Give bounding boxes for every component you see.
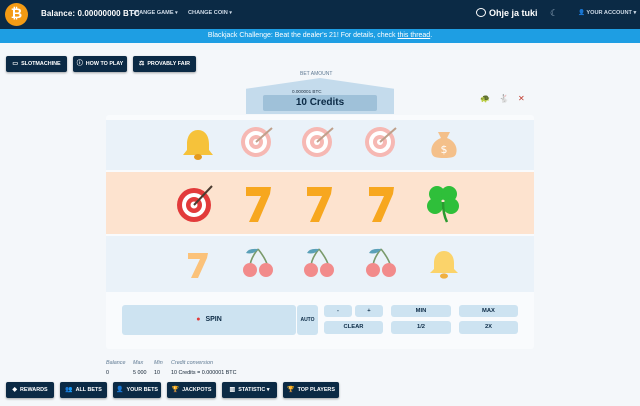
bell-icon	[178, 126, 218, 165]
seven-icon	[361, 180, 401, 231]
target-icon	[299, 124, 339, 165]
bet-btc-value: 0.000001 BTC	[292, 89, 322, 94]
gamepad-icon: ▭	[12, 61, 19, 67]
chevron-down-icon: ▾	[266, 387, 270, 393]
clear-bet-button[interactable]: CLEAR	[324, 321, 383, 334]
announcement-banner: Blackjack Challenge: Beat the dealer's 2…	[0, 29, 640, 43]
bitcoin-logo-icon[interactable]: ₿	[5, 3, 28, 26]
target-icon	[176, 180, 216, 231]
decrease-bet-button[interactable]: -	[324, 305, 352, 317]
banner-thread-link[interactable]: this thread	[398, 32, 431, 39]
turtle-speed-icon[interactable]: 🐢	[480, 94, 490, 103]
your-bets-button[interactable]: 👤 YOUR BETS	[113, 382, 161, 398]
spin-button[interactable]: ● SPIN	[122, 305, 296, 335]
target-icon	[362, 124, 402, 165]
max-bet-button[interactable]: MAX	[459, 305, 518, 317]
moon-icon[interactable]: ☾	[550, 8, 558, 19]
seven-icon	[178, 248, 218, 285]
slotmachine-button[interactable]: ▭ SLOTMACHINE	[6, 56, 67, 72]
money-bag-icon: $	[424, 124, 464, 165]
cherries-icon	[238, 246, 278, 285]
seven-icon	[238, 180, 278, 231]
top-players-button[interactable]: 🏆 TOP PLAYERS	[283, 382, 339, 398]
support-link[interactable]: Ohje ja tuki	[476, 8, 538, 18]
rabbit-speed-icon[interactable]: 🐇	[499, 94, 509, 103]
half-bet-button[interactable]: 1/2	[391, 321, 451, 334]
change-game-menu[interactable]: CHANGE GAME ▾	[131, 10, 178, 16]
chevron-down-icon: ▾	[229, 10, 232, 16]
bet-amount-label: BET AMOUNT	[300, 71, 333, 77]
top-navbar: ₿ Balance: 0.00000000 BTC CHANGE GAME ▾ …	[0, 0, 640, 29]
how-to-play-button[interactable]: ⓘ HOW TO PLAY	[73, 56, 127, 72]
trophy-icon: 🏆	[287, 387, 295, 393]
chat-bubble-icon	[476, 8, 486, 17]
target-icon	[238, 124, 278, 165]
sound-off-icon[interactable]: ✕	[518, 94, 525, 103]
provably-fair-button[interactable]: ⚖ PROVABLY FAIR	[133, 56, 196, 72]
change-coin-menu[interactable]: CHANGE COIN ▾	[188, 10, 232, 16]
user-icon: 👤	[578, 10, 585, 16]
cherries-icon	[361, 246, 401, 285]
clover-icon	[423, 180, 463, 231]
cherries-icon	[299, 246, 339, 285]
chevron-down-icon: ▾	[175, 10, 178, 16]
stat-min: Min 10	[154, 360, 163, 376]
auto-spin-button[interactable]: AUTO	[297, 305, 318, 335]
increase-bet-button[interactable]: +	[355, 305, 383, 317]
rewards-button[interactable]: ◆ REWARDS	[6, 382, 54, 398]
trophy-icon: 🏆	[171, 387, 180, 393]
min-bet-button[interactable]: MIN	[391, 305, 451, 317]
svg-text:$: $	[441, 143, 448, 156]
bar-chart-icon: ▥	[229, 387, 236, 393]
stat-balance: Balance 0	[106, 360, 126, 376]
seven-icon	[299, 180, 339, 231]
balance-display: Balance: 0.00000000 BTC	[41, 9, 140, 18]
jackpots-button[interactable]: 🏆 JACKPOTS	[167, 382, 216, 398]
stat-credit-conversion: Credit conversion 10 Credits = 0.000001 B…	[171, 360, 237, 376]
statistic-dropdown[interactable]: ▥ STATISTIC ▾	[222, 382, 277, 398]
diamond-icon: ◆	[12, 387, 18, 393]
bell-icon	[424, 248, 464, 285]
all-bets-button[interactable]: 👥 ALL BETS	[60, 382, 107, 398]
joystick-icon: ●	[196, 316, 201, 323]
info-icon: ⓘ	[76, 61, 83, 67]
users-icon: 👥	[65, 387, 73, 393]
stat-max: Max 5 000	[133, 360, 147, 376]
double-bet-button[interactable]: 2X	[459, 321, 518, 334]
scale-icon: ⚖	[138, 61, 145, 67]
user-icon: 👤	[116, 387, 124, 393]
chevron-down-icon: ▾	[633, 10, 637, 16]
bet-credits-value: 10 Credits	[263, 95, 377, 111]
account-menu[interactable]: 👤 YOUR ACCOUNT ▾	[578, 10, 636, 16]
